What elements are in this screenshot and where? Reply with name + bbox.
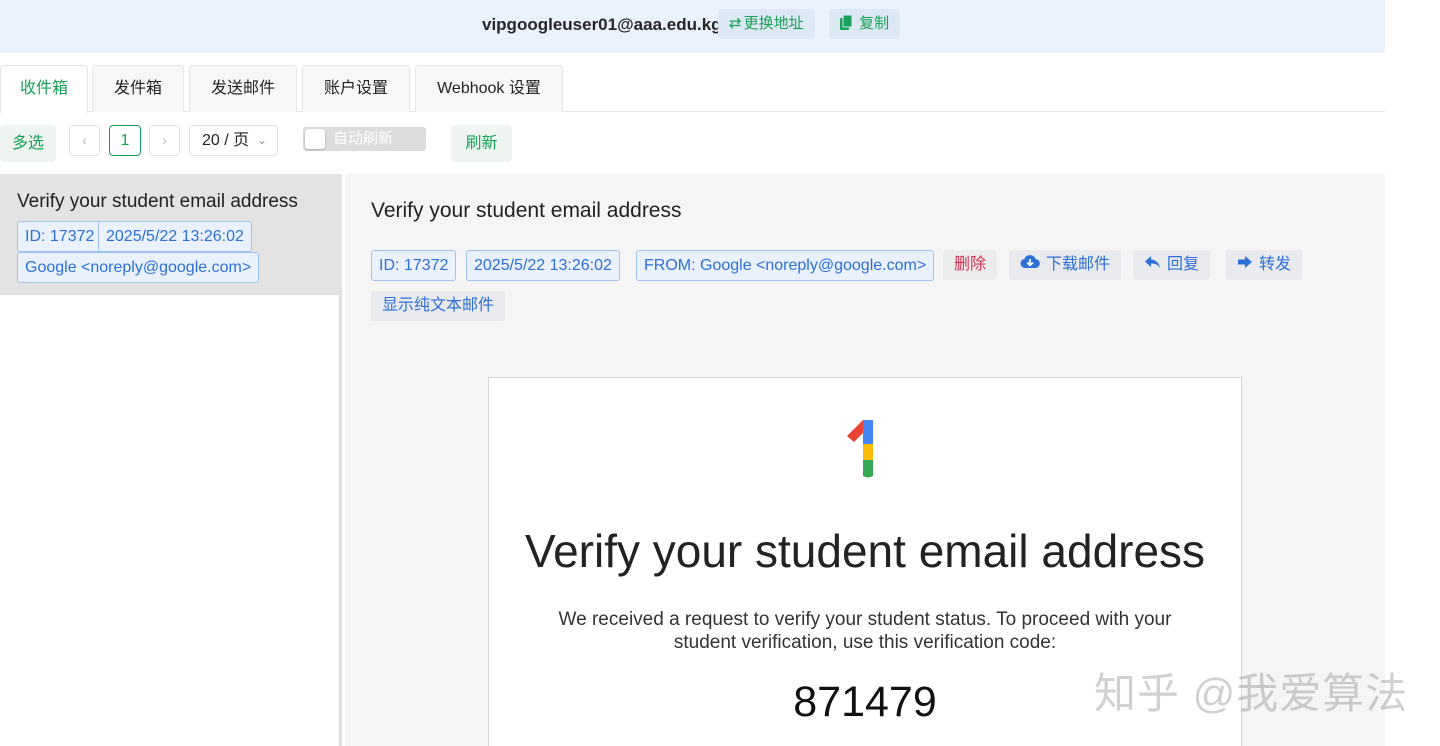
page-size-value: 20 / 页: [202, 132, 250, 149]
tab-bar: 收件箱 发件箱 发送邮件 账户设置 Webhook 设置: [0, 65, 1385, 113]
list-item-subject: Verify your student email address: [17, 191, 298, 212]
tab-webhook-settings[interactable]: Webhook 设置: [415, 65, 563, 112]
mailbox-address: vipgoogleuser01@aaa.edu.kg: [482, 15, 722, 34]
show-plain-text-button[interactable]: 显示纯文本邮件: [371, 291, 506, 321]
auto-refresh-toggle[interactable]: 自动刷新: [303, 127, 426, 151]
forward-button[interactable]: 转发: [1226, 250, 1303, 280]
prev-page-button[interactable]: ‹: [69, 125, 100, 156]
change-address-label: 更换地址: [743, 15, 804, 32]
next-page-button[interactable]: ›: [149, 125, 180, 156]
delete-button[interactable]: 删除: [943, 250, 998, 280]
forward-icon: [1237, 250, 1253, 280]
reply-button[interactable]: 回复: [1133, 250, 1211, 280]
toggle-knob: [305, 129, 325, 149]
auto-refresh-label: 自动刷新: [333, 130, 394, 147]
tab-account-settings[interactable]: 账户设置: [302, 65, 410, 112]
mail-list: Verify your student email address ID: 17…: [0, 174, 342, 746]
forward-label: 转发: [1259, 256, 1292, 274]
email-message: We received a request to verify your stu…: [558, 609, 1172, 653]
email-heading: Verify your student email address: [524, 525, 1206, 577]
detail-from-tag: FROM: Google <noreply@google.com>: [636, 250, 935, 281]
chevron-down-icon: ⌄: [256, 133, 267, 147]
reply-label: 回复: [1167, 256, 1200, 274]
chevron-left-icon: ‹: [82, 132, 87, 148]
multi-select-button[interactable]: 多选: [0, 125, 56, 162]
chevron-right-icon: ›: [162, 132, 167, 148]
detail-subject: Verify your student email address: [371, 199, 682, 222]
refresh-button[interactable]: 刷新: [451, 125, 512, 162]
page-size-select[interactable]: 20 / 页 ⌄: [189, 125, 278, 156]
cloud-download-icon: [1020, 250, 1040, 280]
tab-sent[interactable]: 发件箱: [92, 65, 184, 112]
download-button[interactable]: 下载邮件: [1009, 250, 1122, 280]
list-item-from-tag: Google <noreply@google.com>: [17, 252, 260, 283]
list-item-time-tag: 2025/5/22 13:26:02: [98, 221, 252, 252]
reply-icon: [1144, 250, 1161, 280]
watermark: 知乎 @我爱算法: [1094, 670, 1409, 717]
google-one-logo-icon: [843, 416, 883, 482]
swap-icon: ⇄: [729, 15, 742, 32]
detail-time-tag: 2025/5/22 13:26:02: [466, 250, 620, 281]
change-address-button[interactable]: ⇄ 更换地址: [718, 9, 815, 39]
detail-id-tag: ID: 17372: [371, 250, 457, 281]
tab-compose[interactable]: 发送邮件: [189, 65, 297, 112]
copy-button[interactable]: 复制: [829, 9, 901, 39]
list-item[interactable]: Verify your student email address ID: 17…: [0, 174, 342, 295]
list-item-id-tag: ID: 17372: [17, 221, 103, 252]
copy-label: 复制: [859, 15, 890, 32]
address-bar: vipgoogleuser01@aaa.edu.kg ⇄ 更换地址 复制: [0, 0, 1385, 53]
download-label: 下载邮件: [1046, 256, 1111, 274]
tab-inbox[interactable]: 收件箱: [0, 65, 88, 113]
current-page[interactable]: 1: [109, 125, 141, 156]
copy-icon: [840, 14, 857, 32]
